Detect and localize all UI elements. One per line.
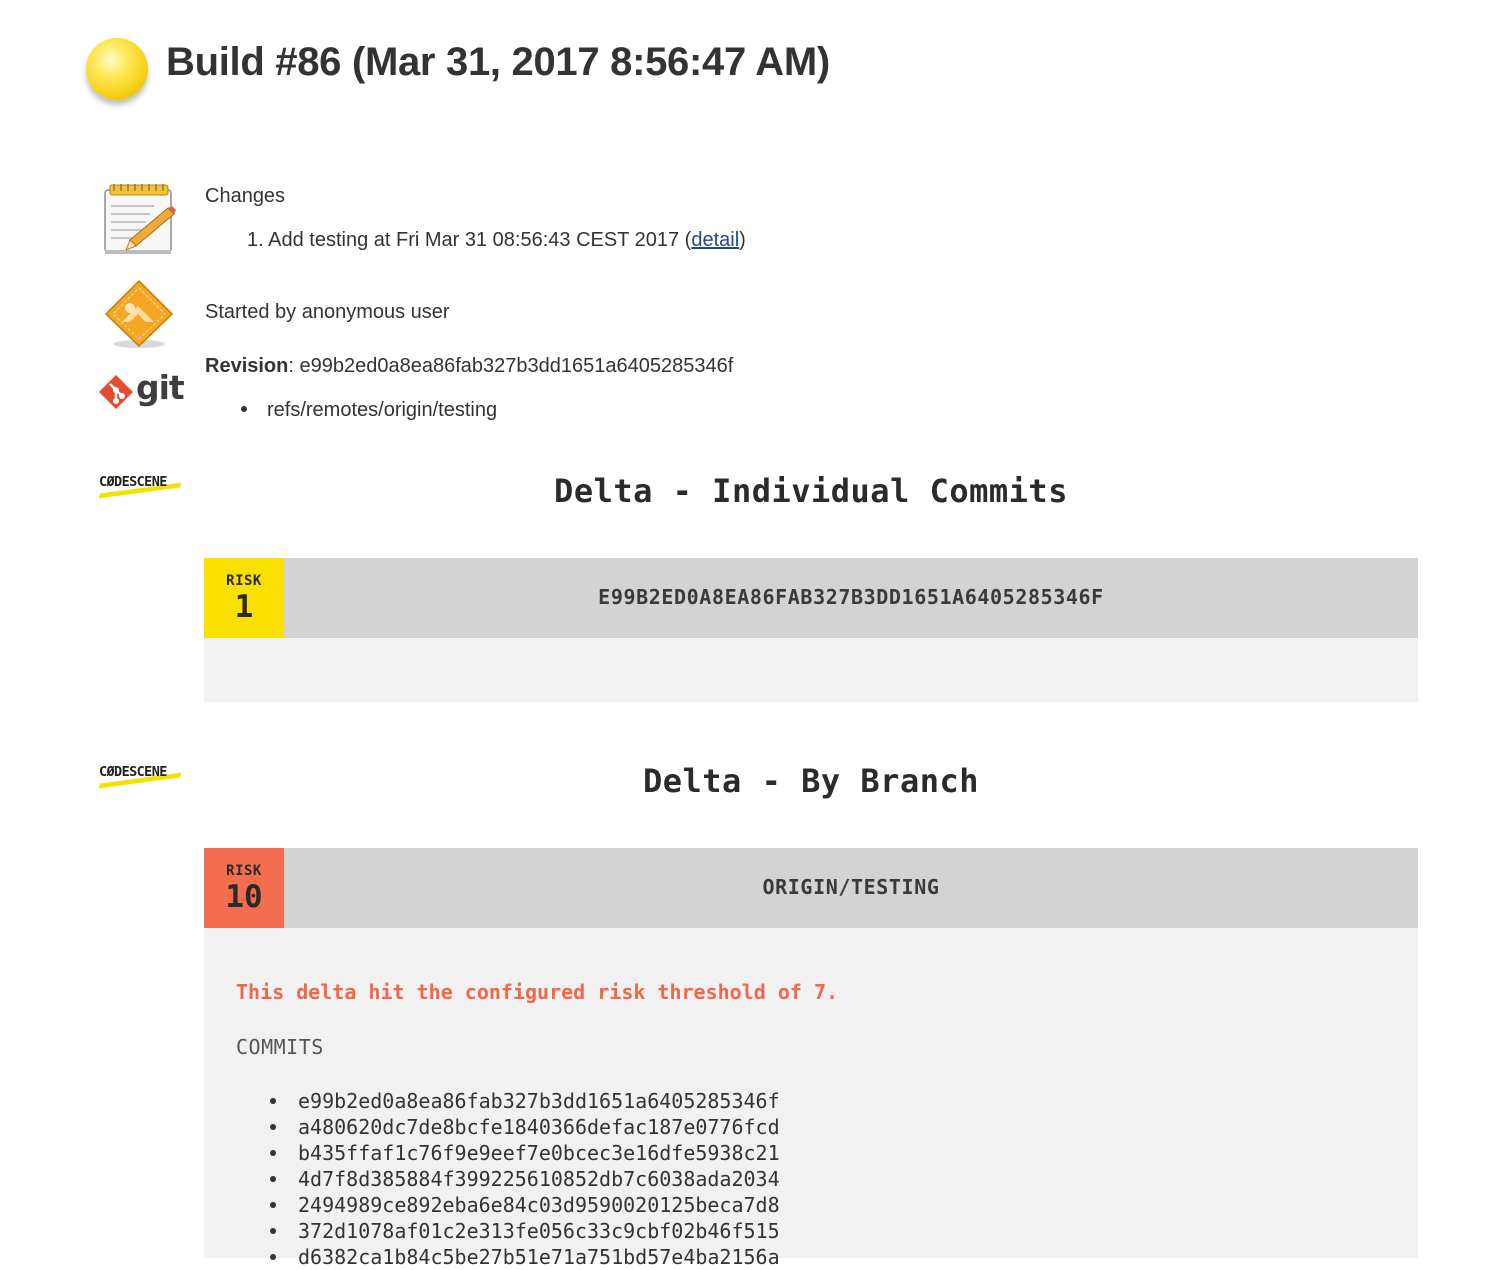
risk-badge: RISK 1 xyxy=(204,558,284,638)
changes-item-number: 1. xyxy=(247,229,264,251)
page-title: Build #86 (Mar 31, 2017 8:56:47 AM) xyxy=(166,40,830,84)
codescene-logo-icon: CØDESCENE xyxy=(98,474,182,499)
risk-card-commit: RISK 1 E99B2ED0A8EA86FAB327B3DD1651A6405… xyxy=(204,558,1418,702)
codescene-logo-icon: CØDESCENE xyxy=(98,764,182,789)
commit-list-item: 4d7f8d385884f399225610852db7c6038ada2034 xyxy=(270,1166,780,1192)
commit-list-item: b435ffaf1c76f9e9eef7e0bcec3e16dfe5938c21 xyxy=(270,1140,780,1166)
commit-list-item: a480620dc7de8bcfe1840366defac187e0776fcd xyxy=(270,1114,780,1140)
risk-badge: RISK 10 xyxy=(204,848,284,928)
section-title-by-branch: Delta - By Branch xyxy=(642,762,979,800)
changes-item-text: Add testing at Fri Mar 31 08:56:43 CEST … xyxy=(268,229,680,251)
change-detail-link[interactable]: detail xyxy=(691,229,739,251)
risk-threshold-warning: This delta hit the configured risk thres… xyxy=(236,980,839,1004)
codescene-logo-text: CØDESCENE xyxy=(99,764,167,780)
commit-hash-title: E99B2ED0A8EA86FAB327B3DD1651A6405285346F xyxy=(598,585,1104,609)
user-cause-icon xyxy=(104,279,174,348)
branch-name: refs/remotes/origin/testing xyxy=(267,399,498,421)
codescene-logo-text: CØDESCENE xyxy=(99,474,167,490)
changes-heading: Changes xyxy=(205,185,286,207)
branch-list-item: refs/remotes/origin/testing xyxy=(241,399,497,422)
risk-card-header: RISK 10 ORIGIN/TESTING xyxy=(204,848,1418,928)
git-logo-icon: git xyxy=(98,368,185,414)
changes-list-item: 1. Add testing at Fri Mar 31 08:56:43 CE… xyxy=(247,229,746,251)
git-logo-text: git xyxy=(136,368,185,407)
risk-value: 1 xyxy=(234,589,254,625)
risk-label: RISK xyxy=(226,863,262,879)
risk-label: RISK xyxy=(226,573,262,589)
risk-card-branch: RISK 10 ORIGIN/TESTING This delta hit th… xyxy=(204,848,1418,1269)
notepad-changes-icon xyxy=(104,184,176,254)
commit-list: e99b2ed0a8ea86fab327b3dd1651a6405285346f… xyxy=(270,1088,780,1270)
started-by-text: Started by anonymous user xyxy=(205,301,450,323)
revision-value: : e99b2ed0a8ea86fab327b3dd1651a640528534… xyxy=(288,355,734,377)
section-title-individual-commits: Delta - Individual Commits xyxy=(554,472,1068,510)
git-diamond-icon xyxy=(99,375,133,409)
risk-card-header: RISK 1 E99B2ED0A8EA86FAB327B3DD1651A6405… xyxy=(204,558,1418,638)
revision-label: Revision xyxy=(205,355,289,377)
branch-title: ORIGIN/TESTING xyxy=(762,875,940,899)
commits-label: COMMITS xyxy=(236,1035,324,1059)
revision-line: Revision: e99b2ed0a8ea86fab327b3dd1651a6… xyxy=(205,355,733,378)
commit-list-item: 2494989ce892eba6e84c03d9590020125beca7d8 xyxy=(270,1192,780,1218)
risk-value: 10 xyxy=(225,879,263,915)
commit-list-item: 372d1078af01c2e313fe056c33c9cbf02b46f515 xyxy=(270,1218,780,1244)
bullet-icon xyxy=(241,405,247,412)
commit-list-item: e99b2ed0a8ea86fab327b3dd1651a6405285346f xyxy=(270,1088,780,1114)
build-status-ball-icon xyxy=(86,38,148,100)
commit-list-item: d6382ca1b84c5be27b51e71a751bd57e4ba2156a xyxy=(270,1244,780,1270)
